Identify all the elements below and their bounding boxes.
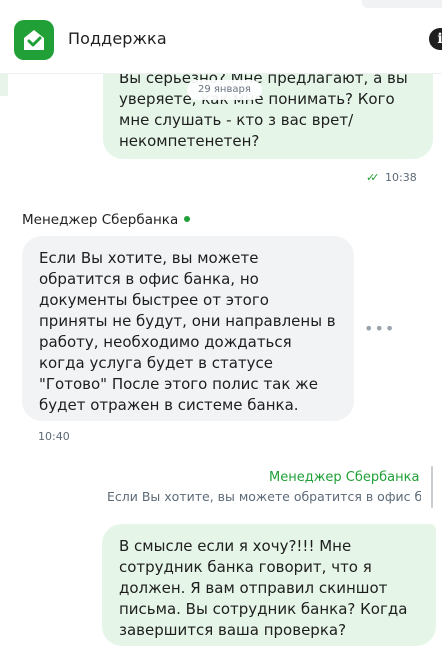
sender-name: Менеджер Сбербанка <box>22 212 191 228</box>
message-line: мне слушать - кто з вас врет/ <box>119 111 354 129</box>
message-line: будет отражен в системе банка. <box>39 396 299 414</box>
outgoing-message[interactable]: В смысле если я хочу?!!! Мне сотрудник б… <box>102 524 436 646</box>
message-line: когда услуга будет в статусе <box>39 354 273 372</box>
message-line: некомпетенетен? <box>119 132 260 150</box>
message-line: работу, необходимо дождаться <box>39 333 292 351</box>
message-line: письма. Вы сотрудник банка? Когда <box>119 600 408 618</box>
message-line: уверяете, как мне понимать? Кого <box>119 90 395 108</box>
reply-quote-bar <box>431 466 433 508</box>
message-line: обратится в офис банка, но <box>39 270 259 288</box>
chat-title: Поддержка <box>68 29 167 48</box>
date-divider: 29 января <box>187 80 262 100</box>
message-line: должен. Я вам отправил скиншот <box>119 579 388 597</box>
window-top-edge <box>362 0 442 8</box>
message-line: В смысле если я хочу?!!! Мне <box>119 537 352 555</box>
message-time: 10:40 <box>38 430 70 443</box>
support-chat-window: Поддержка i Вы серьезно? Мне предлагают,… <box>0 0 442 665</box>
message-line: "Готово" После этого полис так же <box>39 375 318 393</box>
chat-header: Поддержка i <box>0 0 442 74</box>
message-line: приняты не будут, они направлены в <box>39 312 336 330</box>
info-icon[interactable]: i <box>429 28 442 50</box>
message-line: сотрудник банка говорит, что я <box>119 558 372 576</box>
online-status-dot <box>184 216 191 222</box>
reply-quote-author[interactable]: Менеджер Сбербанка <box>269 470 419 485</box>
message-time: 10:38 <box>385 171 417 184</box>
sberbank-logo-icon <box>14 20 54 60</box>
sender-label: Менеджер Сбербанка <box>22 212 179 228</box>
incoming-message[interactable]: Если Вы хотите, вы можете обратится в оф… <box>22 236 354 421</box>
message-line: завершится ваша проверка? <box>119 621 347 639</box>
message-line: документы быстрее от этого <box>39 291 269 309</box>
more-options-icon[interactable]: ••• <box>364 319 395 338</box>
reply-quote-text[interactable]: Если Вы хотите, вы можете обратится в оф… <box>107 489 421 504</box>
message-line: Если Вы хотите, вы можете <box>39 249 259 267</box>
